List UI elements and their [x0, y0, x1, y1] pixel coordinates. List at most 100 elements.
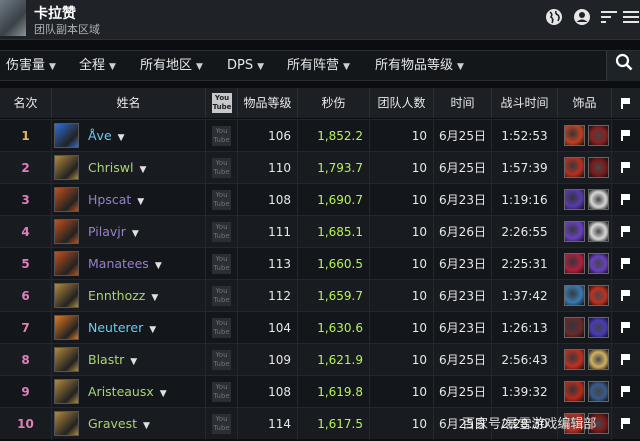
column-duration[interactable]: 战斗时间 — [492, 88, 558, 118]
trinket-2-icon[interactable] — [588, 157, 609, 178]
player-name[interactable]: Neuterer ▼ — [86, 312, 206, 344]
table-row[interactable]: 1 Åve ▼ You Tube 106 1,852.2 10 6月25日 1:52… — [0, 119, 640, 152]
duration-cell: 2:26:55 — [492, 216, 558, 248]
dps-cell: 1,852.2 — [298, 120, 370, 152]
dps-cell: 1,619.8 — [298, 376, 370, 408]
youtube-icon[interactable]: You Tube — [212, 254, 231, 274]
filter-role[interactable]: DPS ▼ — [227, 51, 264, 81]
chevron-down-icon[interactable]: ▼ — [149, 325, 156, 335]
duration-cell: 2:25:31 — [492, 248, 558, 280]
filter-metric[interactable]: 伤害量 ▼ — [6, 51, 56, 81]
column-ilvl[interactable]: 物品等级 — [238, 88, 298, 118]
flag-icon[interactable] — [621, 130, 630, 141]
trinket-1-icon[interactable] — [564, 285, 585, 306]
column-rank[interactable]: 名次 — [0, 88, 52, 118]
table-row[interactable]: 5 Manatees ▼ You Tube 113 1,660.5 10 6月23日… — [0, 247, 640, 280]
globe-icon[interactable] — [543, 8, 565, 30]
youtube-icon[interactable]: You Tube — [212, 222, 231, 242]
chevron-down-icon[interactable]: ▼ — [130, 357, 137, 367]
flag-icon[interactable] — [621, 258, 630, 269]
search-button[interactable] — [606, 51, 640, 81]
flag-icon[interactable] — [621, 354, 630, 365]
user-icon[interactable] — [571, 8, 593, 30]
chevron-down-icon: ▼ — [109, 62, 116, 72]
youtube-icon[interactable]: You Tube — [212, 286, 231, 306]
chevron-down-icon[interactable]: ▼ — [151, 293, 158, 303]
flag-icon[interactable] — [621, 386, 630, 397]
table-row[interactable]: 7 Neuterer ▼ You Tube 104 1,630.6 10 6月23日… — [0, 311, 640, 344]
filter-item-level[interactable]: 所有物品等级 ▼ — [375, 51, 464, 81]
trinket-2-icon[interactable] — [588, 285, 609, 306]
trinket-2-icon[interactable] — [588, 381, 609, 402]
flag-icon[interactable] — [621, 162, 630, 173]
player-name[interactable]: Ennthozz ▼ — [86, 280, 206, 312]
flag-icon[interactable] — [621, 418, 630, 429]
rank-cell: 6 — [0, 280, 52, 312]
chevron-down-icon[interactable]: ▼ — [143, 421, 150, 431]
sort-icon[interactable] — [598, 8, 620, 30]
trinket-1-icon[interactable] — [564, 349, 585, 370]
trinket-1-icon[interactable] — [564, 317, 585, 338]
chevron-down-icon[interactable]: ▼ — [137, 197, 144, 207]
ilvl-cell: 111 — [238, 216, 298, 248]
player-name[interactable]: Hpscat ▼ — [86, 184, 206, 216]
player-name[interactable]: Chriswl ▼ — [86, 152, 206, 184]
player-name[interactable]: Pilavjr ▼ — [86, 216, 206, 248]
table-row[interactable]: 2 Chriswl ▼ You Tube 110 1,793.7 10 6月25日 … — [0, 151, 640, 184]
player-name[interactable]: Gravest ▼ — [86, 408, 206, 440]
trinket-2-icon[interactable] — [588, 253, 609, 274]
ilvl-cell: 104 — [238, 312, 298, 344]
player-name[interactable]: Blastr ▼ — [86, 344, 206, 376]
trinket-2-icon[interactable] — [588, 221, 609, 242]
date-cell: 6月25日 — [434, 152, 492, 184]
trinket-1-icon[interactable] — [564, 125, 585, 146]
trinket-1-icon[interactable] — [564, 381, 585, 402]
chevron-down-icon[interactable]: ▼ — [139, 165, 146, 175]
youtube-icon[interactable]: You Tube — [212, 382, 231, 402]
trinket-1-icon[interactable] — [564, 253, 585, 274]
flag-icon[interactable] — [621, 322, 630, 333]
flag-icon[interactable] — [621, 290, 630, 301]
chevron-down-icon[interactable]: ▼ — [160, 389, 167, 399]
table-row[interactable]: 8 Blastr ▼ You Tube 109 1,621.9 10 6月25日 2… — [0, 343, 640, 376]
date-cell: 6月23日 — [434, 280, 492, 312]
trinket-1-icon[interactable] — [564, 221, 585, 242]
trinket-2-icon[interactable] — [588, 189, 609, 210]
dps-cell: 1,617.5 — [298, 408, 370, 440]
duration-cell: 2:56:43 — [492, 344, 558, 376]
table-row[interactable]: 4 Pilavjr ▼ You Tube 111 1,685.1 10 6月26日 … — [0, 215, 640, 248]
column-raid-size[interactable]: 团队人数 — [370, 88, 434, 118]
column-name[interactable]: 姓名 — [52, 88, 206, 118]
filter-region[interactable]: 所有地区 ▼ — [140, 51, 203, 81]
flag-icon[interactable] — [621, 226, 630, 237]
chevron-down-icon[interactable]: ▼ — [155, 261, 162, 271]
trinket-1-icon[interactable] — [564, 189, 585, 210]
ranking-table-header: 名次 姓名 You Tube 物品等级 秒伤 团队人数 时间 战斗时间 饰品 — [0, 88, 640, 118]
filter-duration[interactable]: 全程 ▼ — [79, 51, 116, 81]
player-name[interactable]: Aristeausx ▼ — [86, 376, 206, 408]
spec-icon — [54, 411, 79, 436]
youtube-icon[interactable]: You Tube — [212, 158, 231, 178]
trinket-2-icon[interactable] — [588, 125, 609, 146]
menu-icon[interactable] — [620, 8, 640, 30]
trinket-1-icon[interactable] — [564, 157, 585, 178]
column-date[interactable]: 时间 — [434, 88, 492, 118]
column-dps[interactable]: 秒伤 — [298, 88, 370, 118]
table-row[interactable]: 3 Hpscat ▼ You Tube 108 1,690.7 10 6月23日 1… — [0, 183, 640, 216]
player-name[interactable]: Manatees ▼ — [86, 248, 206, 280]
trinket-2-icon[interactable] — [588, 349, 609, 370]
chevron-down-icon[interactable]: ▼ — [118, 133, 125, 143]
youtube-icon[interactable]: You Tube — [212, 414, 231, 434]
youtube-icon[interactable]: You Tube — [212, 350, 231, 370]
trinket-2-icon[interactable] — [588, 317, 609, 338]
flag-icon[interactable] — [621, 194, 630, 205]
youtube-icon[interactable]: You Tube — [212, 190, 231, 210]
table-row[interactable]: 9 Aristeausx ▼ You Tube 108 1,619.8 10 6月2… — [0, 375, 640, 408]
player-name[interactable]: Åve ▼ — [86, 120, 206, 152]
youtube-icon[interactable]: You Tube — [212, 126, 231, 146]
table-row[interactable]: 6 Ennthozz ▼ You Tube 112 1,659.7 10 6月23日… — [0, 279, 640, 312]
rank-cell: 10 — [0, 408, 52, 440]
youtube-icon[interactable]: You Tube — [212, 318, 231, 338]
filter-faction[interactable]: 所有阵营 ▼ — [287, 51, 350, 81]
chevron-down-icon[interactable]: ▼ — [132, 229, 139, 239]
